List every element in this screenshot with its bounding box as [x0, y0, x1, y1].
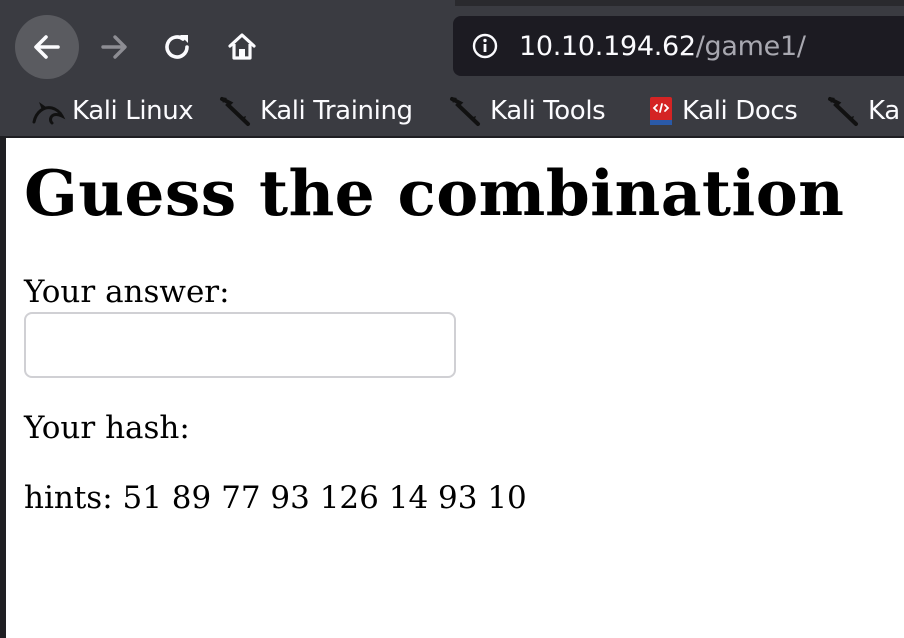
page-title: Guess the combination — [24, 156, 845, 230]
info-icon[interactable] — [471, 32, 499, 60]
tab-strip-edge — [455, 0, 904, 6]
kali-tool-icon — [220, 97, 250, 126]
bookmark-label: Kali Docs — [682, 96, 798, 126]
docs-book-icon — [650, 97, 672, 125]
home-button[interactable] — [210, 15, 274, 79]
hints-text: hints: 51 89 77 93 126 14 93 10 — [24, 480, 527, 516]
kali-tool-icon — [450, 97, 480, 126]
url-host: 10.10.194.62 — [519, 30, 696, 62]
bookmark-kali-linux[interactable]: Kali Linux — [30, 90, 194, 132]
bookmark-label: Ka — [868, 96, 900, 126]
bookmark-label: Kali Tools — [490, 96, 606, 126]
back-button[interactable] — [15, 15, 79, 79]
bookmark-kali-partial[interactable]: Ka — [826, 90, 900, 132]
back-arrow-icon — [34, 35, 60, 59]
address-bar[interactable]: 10.10.194.62/game1/ — [453, 16, 904, 76]
bookmark-kali-training[interactable]: Kali Training — [218, 90, 413, 132]
bookmarks-bar: Kali Linux Kali Training Kali Tools Kali… — [0, 90, 904, 138]
url-text[interactable]: 10.10.194.62/game1/ — [519, 31, 806, 62]
kali-tool-icon — [828, 97, 858, 126]
page-content: Guess the combination Your answer: Your … — [0, 138, 904, 638]
bookmark-label: Kali Training — [260, 96, 413, 126]
bookmark-kali-docs[interactable]: Kali Docs — [646, 90, 798, 132]
bookmark-kali-tools[interactable]: Kali Tools — [448, 90, 606, 132]
url-path: /game1/ — [695, 30, 806, 62]
hash-label: Your hash: — [24, 410, 190, 446]
bookmark-label: Kali Linux — [72, 96, 194, 126]
answer-input[interactable] — [24, 312, 456, 378]
browser-toolbar: 10.10.194.62/game1/ — [0, 0, 904, 90]
home-icon — [228, 33, 256, 60]
forward-arrow-icon — [101, 35, 127, 59]
kali-dragon-icon — [32, 102, 66, 125]
reload-icon — [165, 35, 189, 59]
forward-button[interactable] — [82, 15, 146, 79]
reload-button[interactable] — [146, 15, 210, 79]
answer-label: Your answer: — [24, 274, 230, 310]
browser-window: 10.10.194.62/game1/ Kali Linux Kali Trai… — [0, 0, 904, 638]
